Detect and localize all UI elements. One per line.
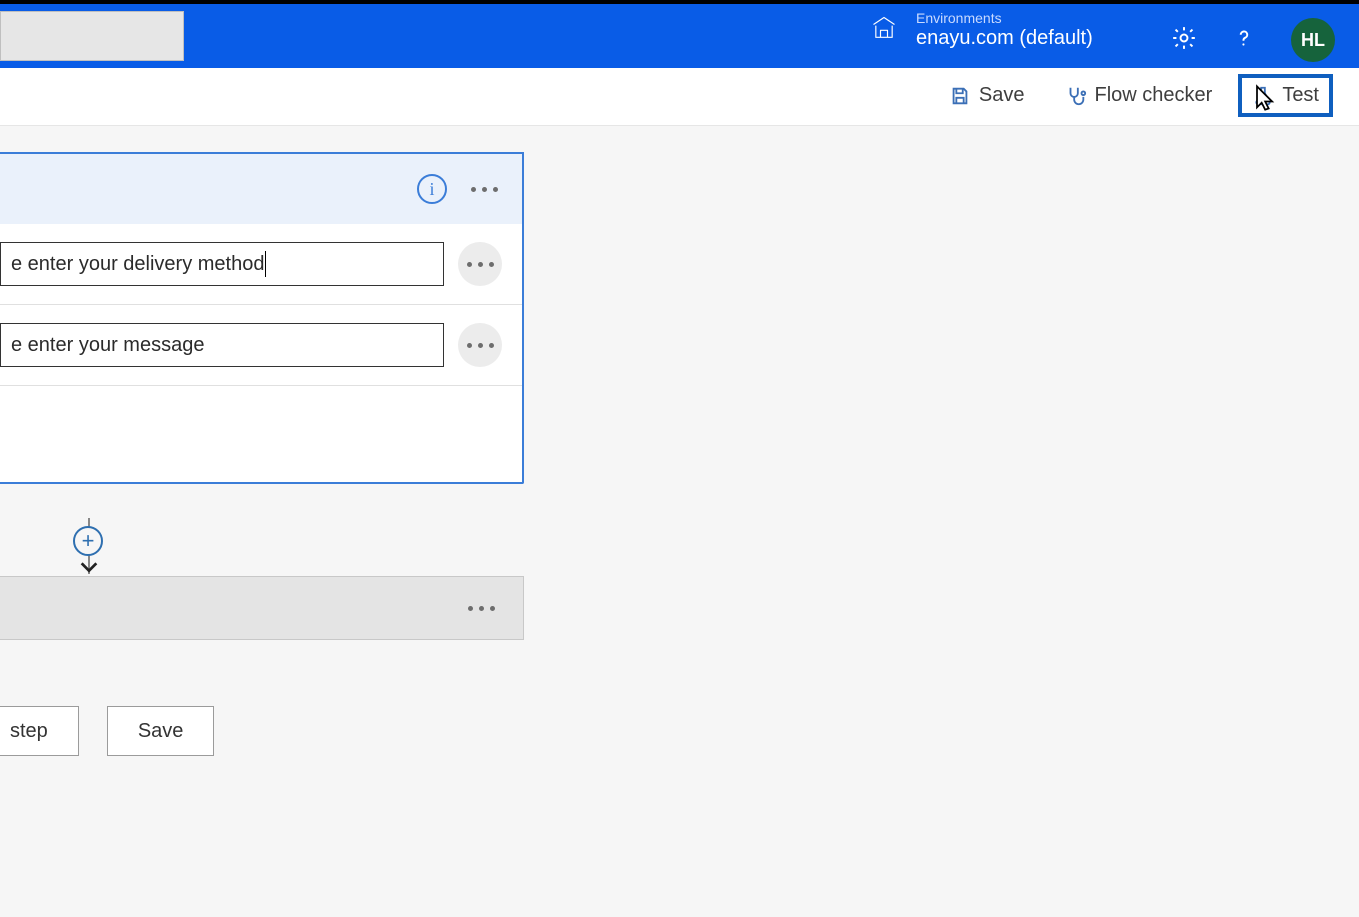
save-button[interactable]: Save: [939, 78, 1035, 113]
action-card-collapsed[interactable]: [0, 576, 524, 640]
field-menu-button[interactable]: [458, 242, 502, 286]
settings-icon[interactable]: [1171, 25, 1197, 56]
flow-canvas: i e enter your delivery method e enter y…: [0, 126, 1359, 917]
save-label: Save: [979, 84, 1025, 107]
test-button[interactable]: Test: [1242, 78, 1329, 113]
input-row: e enter your delivery method: [0, 224, 522, 305]
flow-checker-button[interactable]: Flow checker: [1055, 78, 1223, 113]
environments-label: Environments: [916, 10, 1093, 26]
info-icon[interactable]: i: [417, 174, 447, 204]
app-header: Environments enayu.com (default) HL: [0, 4, 1359, 68]
trigger-card[interactable]: i e enter your delivery method e enter y…: [0, 152, 524, 484]
search-input[interactable]: [0, 11, 184, 61]
delivery-method-input[interactable]: e enter your delivery method: [0, 242, 444, 286]
field-menu-button[interactable]: [458, 323, 502, 367]
new-step-button[interactable]: step: [0, 706, 79, 756]
avatar[interactable]: HL: [1291, 18, 1335, 62]
environment-picker[interactable]: Environments enayu.com (default): [870, 10, 1093, 50]
avatar-initials: HL: [1301, 30, 1325, 51]
command-bar: Save Flow checker Test: [0, 68, 1359, 126]
input-row: e enter your message: [0, 305, 522, 386]
message-input[interactable]: e enter your message: [0, 323, 444, 367]
stethoscope-icon: [1065, 85, 1087, 107]
card-menu-icon[interactable]: [471, 187, 498, 192]
help-icon[interactable]: [1231, 25, 1257, 56]
flow-checker-label: Flow checker: [1095, 84, 1213, 107]
environment-icon: [870, 14, 898, 47]
card-header: i: [0, 154, 522, 224]
save-icon: [949, 85, 971, 107]
add-step-button[interactable]: +: [73, 526, 103, 556]
test-label: Test: [1282, 84, 1319, 107]
flask-icon: [1252, 85, 1274, 107]
save-flow-button[interactable]: Save: [107, 706, 215, 756]
environment-name: enayu.com (default): [916, 26, 1093, 50]
card-menu-icon[interactable]: [468, 606, 495, 611]
